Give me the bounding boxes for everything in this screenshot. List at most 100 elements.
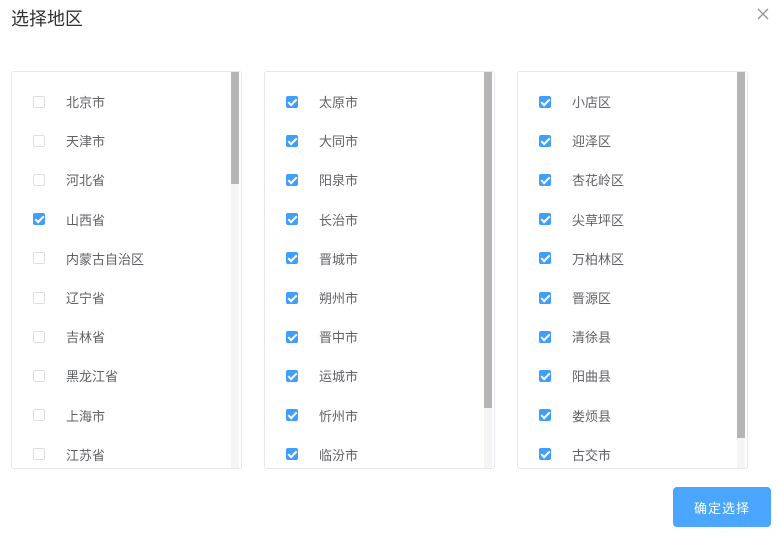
checkbox[interactable]: [33, 173, 45, 186]
item-label: 辽宁省: [66, 292, 106, 307]
item-label: 忻州市: [319, 409, 359, 425]
item-label: 娄烦县: [572, 409, 612, 425]
list-item[interactable]: 山西省: [12, 200, 231, 239]
checkbox[interactable]: [286, 330, 298, 343]
checkbox[interactable]: [286, 134, 298, 147]
item-label: 万柏林区: [572, 252, 625, 268]
list-item[interactable]: 长治市: [265, 200, 484, 239]
list-item[interactable]: 忻州市: [265, 396, 484, 435]
dialog-title: 选择地区: [11, 9, 83, 30]
district-list: 小店区迎泽区杏花岭区尖草坪区万柏林区晋源区清徐县阳曲县娄烦县古交市: [518, 72, 737, 468]
list-item[interactable]: 运城市: [265, 356, 484, 395]
checkbox[interactable]: [539, 369, 551, 382]
checkbox[interactable]: [286, 252, 298, 265]
item-label: 河北省: [66, 174, 106, 190]
list-item[interactable]: 娄烦县: [518, 396, 737, 435]
list-item[interactable]: 天津市: [12, 121, 231, 160]
close-button[interactable]: [753, 4, 773, 24]
checkbox[interactable]: [539, 330, 551, 343]
list-item[interactable]: 朔州市: [265, 278, 484, 317]
list-item[interactable]: 清徐县: [518, 317, 737, 356]
item-label: 朔州市: [319, 292, 359, 307]
checkbox[interactable]: [33, 134, 45, 147]
checkbox[interactable]: [539, 134, 551, 147]
list-item[interactable]: 古交市: [518, 435, 737, 468]
list-item[interactable]: 内蒙古自治区: [12, 239, 231, 278]
item-label: 迎泽区: [572, 135, 612, 151]
checkbox[interactable]: [33, 291, 45, 304]
checkbox[interactable]: [286, 369, 298, 382]
checkbox[interactable]: [286, 448, 298, 461]
city-panel: 太原市大同市阳泉市长治市晋城市朔州市晋中市运城市忻州市临汾市: [264, 71, 495, 469]
district-scrollbar[interactable]: [737, 72, 745, 468]
item-label: 太原市: [319, 96, 359, 111]
list-item[interactable]: 大同市: [265, 121, 484, 160]
checkbox[interactable]: [539, 291, 551, 304]
checkbox[interactable]: [33, 369, 45, 382]
list-item[interactable]: 迎泽区: [518, 121, 737, 160]
checkbox[interactable]: [286, 409, 298, 422]
item-label: 尖草坪区: [572, 213, 625, 229]
list-item[interactable]: 尖草坪区: [518, 200, 737, 239]
list-item[interactable]: 江苏省: [12, 435, 231, 468]
close-icon: [757, 8, 769, 20]
checkbox[interactable]: [33, 448, 45, 461]
item-label: 天津市: [66, 135, 106, 151]
item-label: 北京市: [66, 96, 106, 111]
district-scroll-thumb[interactable]: [737, 72, 745, 438]
checkbox[interactable]: [286, 173, 298, 186]
list-item[interactable]: 太原市: [265, 82, 484, 121]
list-item[interactable]: 晋中市: [265, 317, 484, 356]
province-scroll-thumb[interactable]: [231, 72, 239, 184]
list-item[interactable]: 河北省: [12, 160, 231, 199]
district-panel: 小店区迎泽区杏花岭区尖草坪区万柏林区晋源区清徐县阳曲县娄烦县古交市: [517, 71, 748, 469]
checkbox[interactable]: [539, 173, 551, 186]
province-scrollbar[interactable]: [231, 72, 239, 468]
item-label: 运城市: [319, 370, 359, 386]
list-item[interactable]: 临汾市: [265, 435, 484, 468]
item-label: 晋中市: [319, 331, 359, 347]
confirm-button[interactable]: 确定选择: [673, 487, 771, 527]
list-item[interactable]: 小店区: [518, 82, 737, 121]
checkbox[interactable]: [286, 213, 298, 226]
item-label: 上海市: [66, 409, 106, 425]
checkbox[interactable]: [539, 252, 551, 265]
item-label: 清徐县: [572, 331, 612, 347]
checkbox[interactable]: [539, 448, 551, 461]
checkbox[interactable]: [33, 252, 45, 265]
list-item[interactable]: 辽宁省: [12, 278, 231, 317]
city-scroll-thumb[interactable]: [484, 72, 492, 408]
item-label: 内蒙古自治区: [66, 252, 145, 268]
checkbox[interactable]: [539, 95, 551, 108]
item-label: 黑龙江省: [66, 370, 119, 386]
item-label: 大同市: [319, 135, 359, 151]
province-list: 北京市天津市河北省山西省内蒙古自治区 辽宁省吉林省黑龙江省上海市江苏省: [12, 72, 231, 468]
list-item[interactable]: 晋源区: [518, 278, 737, 317]
list-item[interactable]: 北京市: [12, 82, 231, 121]
list-item[interactable]: 阳泉市: [265, 160, 484, 199]
list-item[interactable]: 万柏林区: [518, 239, 737, 278]
item-label: 杏花岭区: [572, 174, 625, 190]
checkbox[interactable]: [33, 409, 45, 422]
checkbox[interactable]: [33, 95, 45, 108]
checkbox[interactable]: [539, 213, 551, 226]
city-list: 太原市大同市阳泉市长治市晋城市朔州市晋中市运城市忻州市临汾市: [265, 72, 484, 468]
list-item[interactable]: 上海市: [12, 396, 231, 435]
city-scrollbar[interactable]: [484, 72, 492, 468]
checkbox[interactable]: [539, 409, 551, 422]
item-label: 阳泉市: [319, 174, 359, 190]
checkbox[interactable]: [286, 95, 298, 108]
list-item[interactable]: 晋城市: [265, 239, 484, 278]
item-label: 长治市: [319, 213, 359, 229]
checkbox[interactable]: [33, 213, 45, 226]
list-item[interactable]: 吉林省: [12, 317, 231, 356]
checkbox[interactable]: [33, 330, 45, 343]
checkbox[interactable]: [286, 291, 298, 304]
list-item[interactable]: 黑龙江省: [12, 356, 231, 395]
item-label: 山西省: [66, 213, 106, 229]
province-panel: 北京市天津市河北省山西省内蒙古自治区 辽宁省吉林省黑龙江省上海市江苏省: [11, 71, 242, 469]
item-label: 小店区: [572, 96, 612, 111]
list-item[interactable]: 杏花岭区: [518, 160, 737, 199]
item-label: 吉林省: [66, 331, 106, 347]
list-item[interactable]: 阳曲县: [518, 356, 737, 395]
